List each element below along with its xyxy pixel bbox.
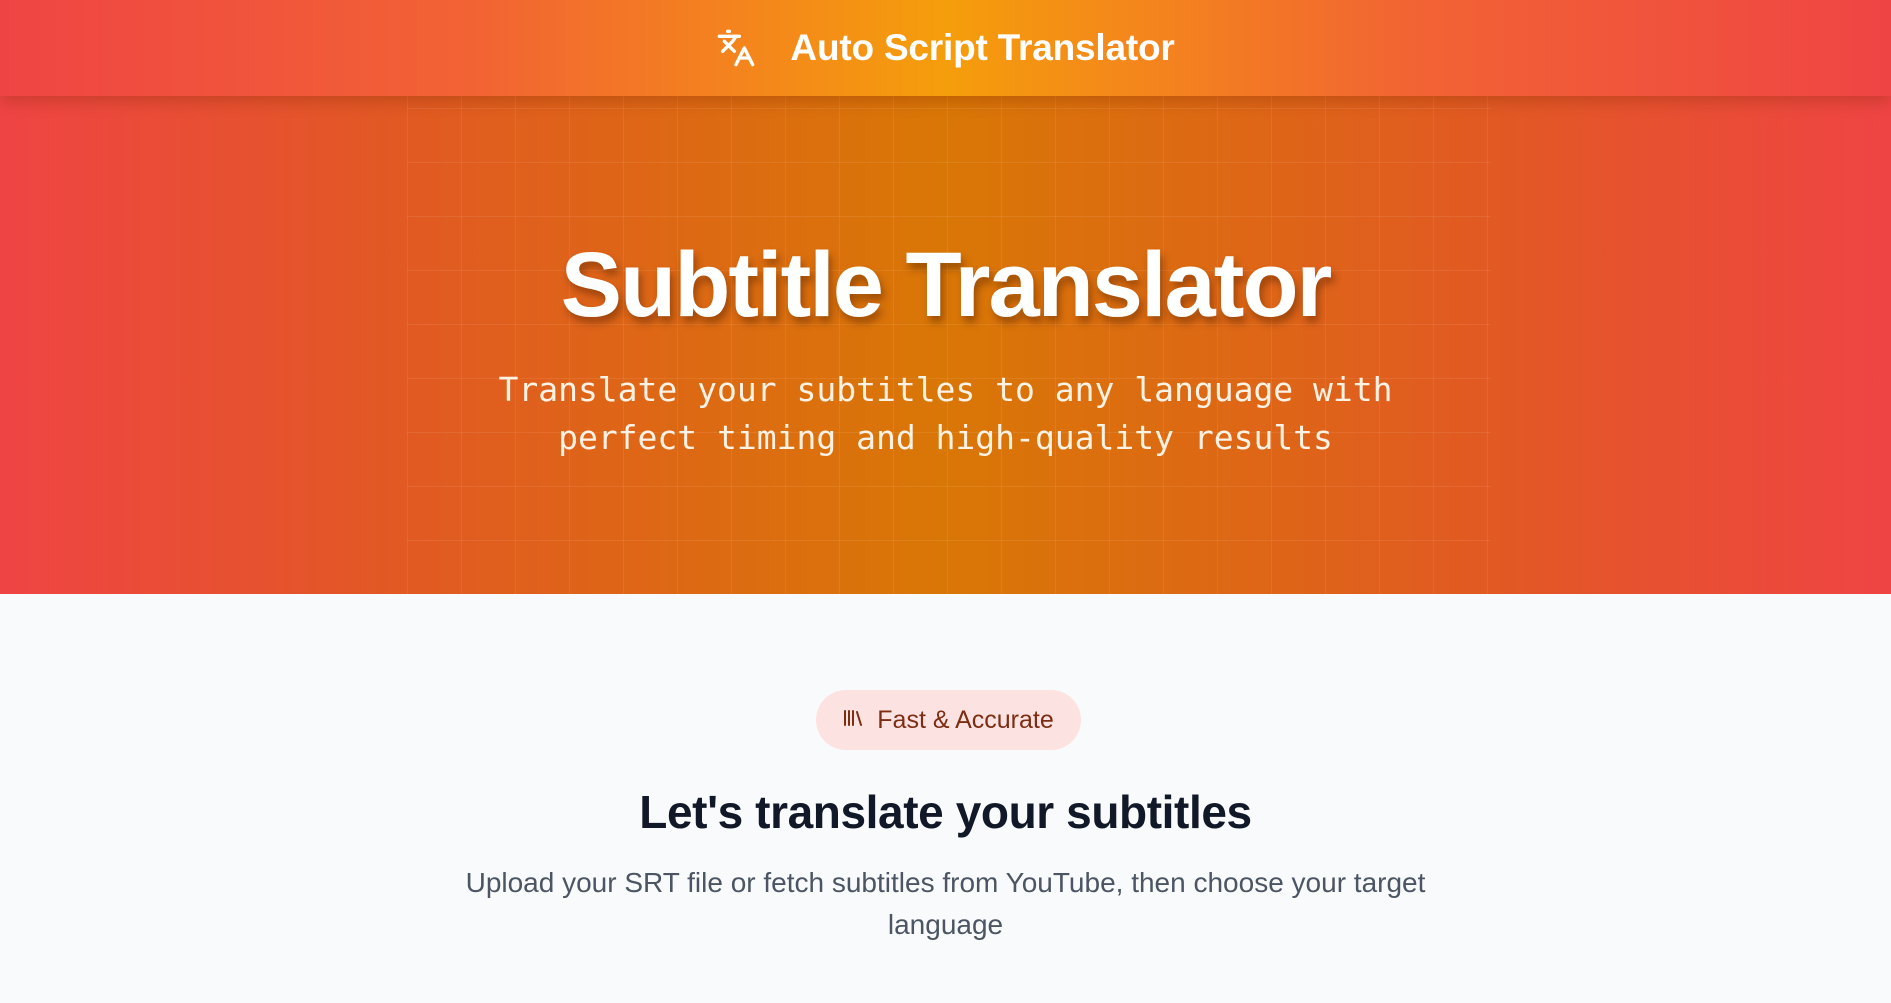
section-title: Let's translate your subtitles <box>639 786 1252 838</box>
brand-title: Auto Script Translator <box>790 27 1175 68</box>
section-description: Upload your SRT file or fetch subtitles … <box>465 867 1426 940</box>
library-icon <box>843 708 863 732</box>
badge-label: Fast & Accurate <box>877 705 1054 734</box>
hero-content: Subtitle Translator Translate your subti… <box>0 230 1891 462</box>
feature-badge: Fast & Accurate <box>816 690 1081 750</box>
main-section: Fast & Accurate Let's translate your sub… <box>0 594 1891 1003</box>
hero-subtitle: Translate your subtitles to any language… <box>498 370 1393 457</box>
translate-icon <box>716 28 756 68</box>
brand-link[interactable]: Auto Script Translator <box>716 27 1175 69</box>
hero-title: Subtitle Translator <box>560 234 1333 336</box>
top-navbar: Auto Script Translator <box>0 0 1891 96</box>
